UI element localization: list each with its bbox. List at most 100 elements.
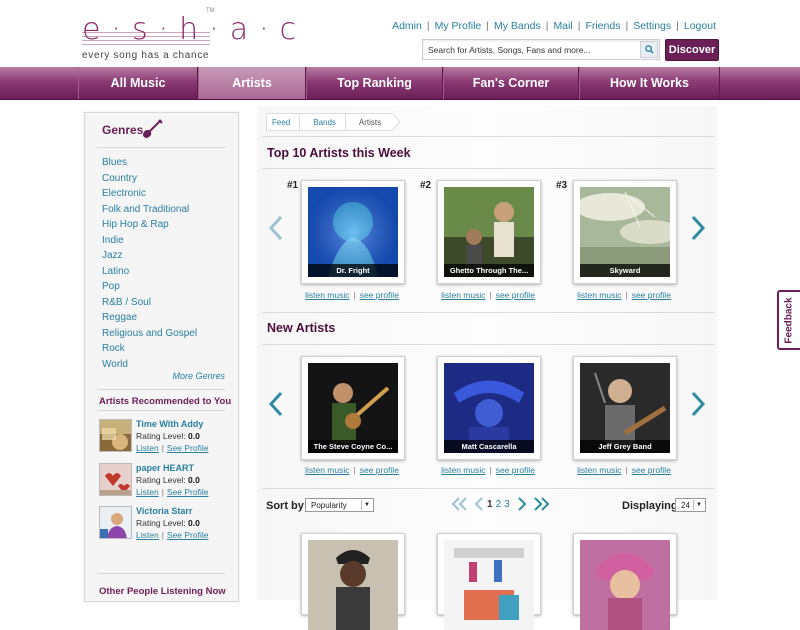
see-profile-link[interactable]: see profile — [496, 465, 535, 475]
artist-name[interactable]: Time With Addy — [136, 419, 203, 429]
listen-link[interactable]: Listen — [136, 443, 159, 453]
artist-card[interactable]: The Steve Coyne Co... — [301, 356, 405, 460]
breadcrumb-feed[interactable]: Feed — [266, 113, 301, 131]
genre-folk[interactable]: Folk and Traditional — [102, 204, 189, 215]
nav-artists[interactable]: Artists — [198, 67, 306, 99]
listen-music-link[interactable]: listen music — [577, 290, 621, 300]
first-page-icon[interactable] — [451, 497, 469, 511]
rating-level: Rating Level: 0.0 — [136, 518, 200, 528]
last-page-icon[interactable] — [532, 497, 550, 511]
search-button[interactable] — [640, 41, 658, 58]
page-size-select[interactable]: 24 ▼ — [675, 498, 706, 512]
see-profile-link[interactable]: see profile — [360, 290, 399, 300]
see-profile-link[interactable]: see profile — [360, 465, 399, 475]
feedback-tab[interactable]: Feedback — [777, 290, 800, 350]
listen-link[interactable]: Listen — [136, 530, 159, 540]
nav-how-it-works[interactable]: How It Works — [579, 67, 720, 99]
artist-card[interactable] — [301, 533, 405, 630]
page-1[interactable]: 1 — [487, 499, 493, 510]
see-profile-link[interactable]: see profile — [496, 290, 535, 300]
carousel-next-arrow-icon[interactable] — [690, 215, 706, 241]
next-page-icon[interactable] — [516, 497, 528, 511]
artist-card[interactable] — [437, 533, 541, 630]
logo[interactable]: e·s·h·a·c TM every song has a chance — [82, 8, 296, 64]
friends-link[interactable]: Friends — [585, 20, 620, 32]
rank-badge: #1 — [287, 180, 299, 191]
breadcrumb-bands[interactable]: Bands — [299, 113, 346, 131]
listen-music-link[interactable]: listen music — [441, 290, 485, 300]
genre-electronic[interactable]: Electronic — [102, 188, 146, 199]
search-icon — [644, 45, 654, 54]
carousel-prev-arrow-icon[interactable] — [268, 215, 284, 241]
carousel-prev-arrow-icon[interactable] — [268, 391, 284, 417]
artist-card-links: listen music | see profile — [441, 290, 535, 300]
artist-card[interactable]: Ghetto Through The... — [437, 180, 541, 284]
artist-card[interactable]: Matt Cascarella — [437, 356, 541, 460]
admin-link[interactable]: Admin — [392, 20, 422, 32]
see-profile-link[interactable]: see profile — [632, 465, 671, 475]
more-genres-link[interactable]: More Genres — [172, 371, 225, 381]
displaying-label: Displaying — [622, 500, 678, 512]
artist-image — [308, 540, 398, 630]
artist-card[interactable]: Skyward — [573, 180, 677, 284]
my-bands-link[interactable]: My Bands — [494, 20, 541, 32]
artist-thumbnail[interactable] — [99, 419, 132, 452]
artist-card[interactable]: Dr. Fright — [301, 180, 405, 284]
nav-fans-corner[interactable]: Fan's Corner — [443, 67, 579, 99]
artist-card-links: listen music | see profile — [305, 465, 399, 475]
artist-card[interactable] — [573, 533, 677, 630]
artist-name[interactable]: Victoria Starr — [136, 506, 192, 516]
section-divider — [262, 312, 714, 313]
listen-music-link[interactable]: listen music — [305, 290, 349, 300]
genre-latino[interactable]: Latino — [102, 266, 129, 277]
logo-tagline: every song has a chance — [82, 50, 210, 61]
recommended-title: Artists Recommended to You — [99, 396, 232, 407]
see-profile-link[interactable]: See Profile — [167, 530, 209, 540]
genre-religious[interactable]: Religious and Gospel — [102, 328, 197, 339]
genres-title: Genres — [102, 123, 144, 137]
artist-card[interactable]: Jeff Grey Band — [573, 356, 677, 460]
discover-button[interactable]: Discover — [665, 39, 719, 61]
listen-music-link[interactable]: listen music — [577, 465, 621, 475]
listen-music-link[interactable]: listen music — [305, 465, 349, 475]
genre-indie[interactable]: Indie — [102, 235, 124, 246]
genre-pop[interactable]: Pop — [102, 281, 120, 292]
genre-country[interactable]: Country — [102, 173, 137, 184]
nav-top-ranking[interactable]: Top Ranking — [306, 67, 443, 99]
carousel-next-arrow-icon[interactable] — [690, 391, 706, 417]
sort-select[interactable]: Popularity ▼ — [305, 498, 374, 512]
other-listening-title: Other People Listening Now — [99, 586, 226, 597]
rating-value: 0.0 — [188, 518, 200, 528]
genre-rnb[interactable]: R&B / Soul — [102, 297, 151, 308]
see-profile-link[interactable]: See Profile — [167, 443, 209, 453]
see-profile-link[interactable]: See Profile — [167, 487, 209, 497]
artist-thumbnail[interactable] — [99, 506, 132, 539]
prev-page-icon[interactable] — [473, 497, 485, 511]
nav-all-music[interactable]: All Music — [78, 67, 198, 99]
page-2[interactable]: 2 — [496, 499, 502, 510]
genre-rock[interactable]: Rock — [102, 343, 125, 354]
genre-world[interactable]: World — [102, 359, 128, 370]
my-profile-link[interactable]: My Profile — [435, 20, 482, 32]
genre-blues[interactable]: Blues — [102, 157, 127, 168]
listen-link[interactable]: Listen — [136, 487, 159, 497]
artist-name: Ghetto Through The... — [444, 264, 534, 277]
artist-name: Skyward — [580, 264, 670, 277]
artist-thumbnail[interactable] — [99, 463, 132, 496]
logo-trademark: TM — [206, 8, 215, 14]
page-3[interactable]: 3 — [504, 499, 510, 510]
section-divider — [262, 136, 714, 137]
genre-jazz[interactable]: Jazz — [102, 250, 123, 261]
logout-link[interactable]: Logout — [684, 20, 716, 32]
sidebar-divider — [97, 147, 225, 148]
genre-hiphop[interactable]: Hip Hop & Rap — [102, 219, 169, 230]
search-input[interactable] — [423, 41, 638, 59]
settings-link[interactable]: Settings — [633, 20, 671, 32]
listen-music-link[interactable]: listen music — [441, 465, 485, 475]
mail-link[interactable]: Mail — [553, 20, 572, 32]
see-profile-link[interactable]: see profile — [632, 290, 671, 300]
artist-links: Listen | See Profile — [136, 443, 209, 453]
sidebar-divider — [97, 410, 225, 411]
artist-name[interactable]: paper HEART — [136, 463, 194, 473]
genre-reggae[interactable]: Reggae — [102, 312, 137, 323]
